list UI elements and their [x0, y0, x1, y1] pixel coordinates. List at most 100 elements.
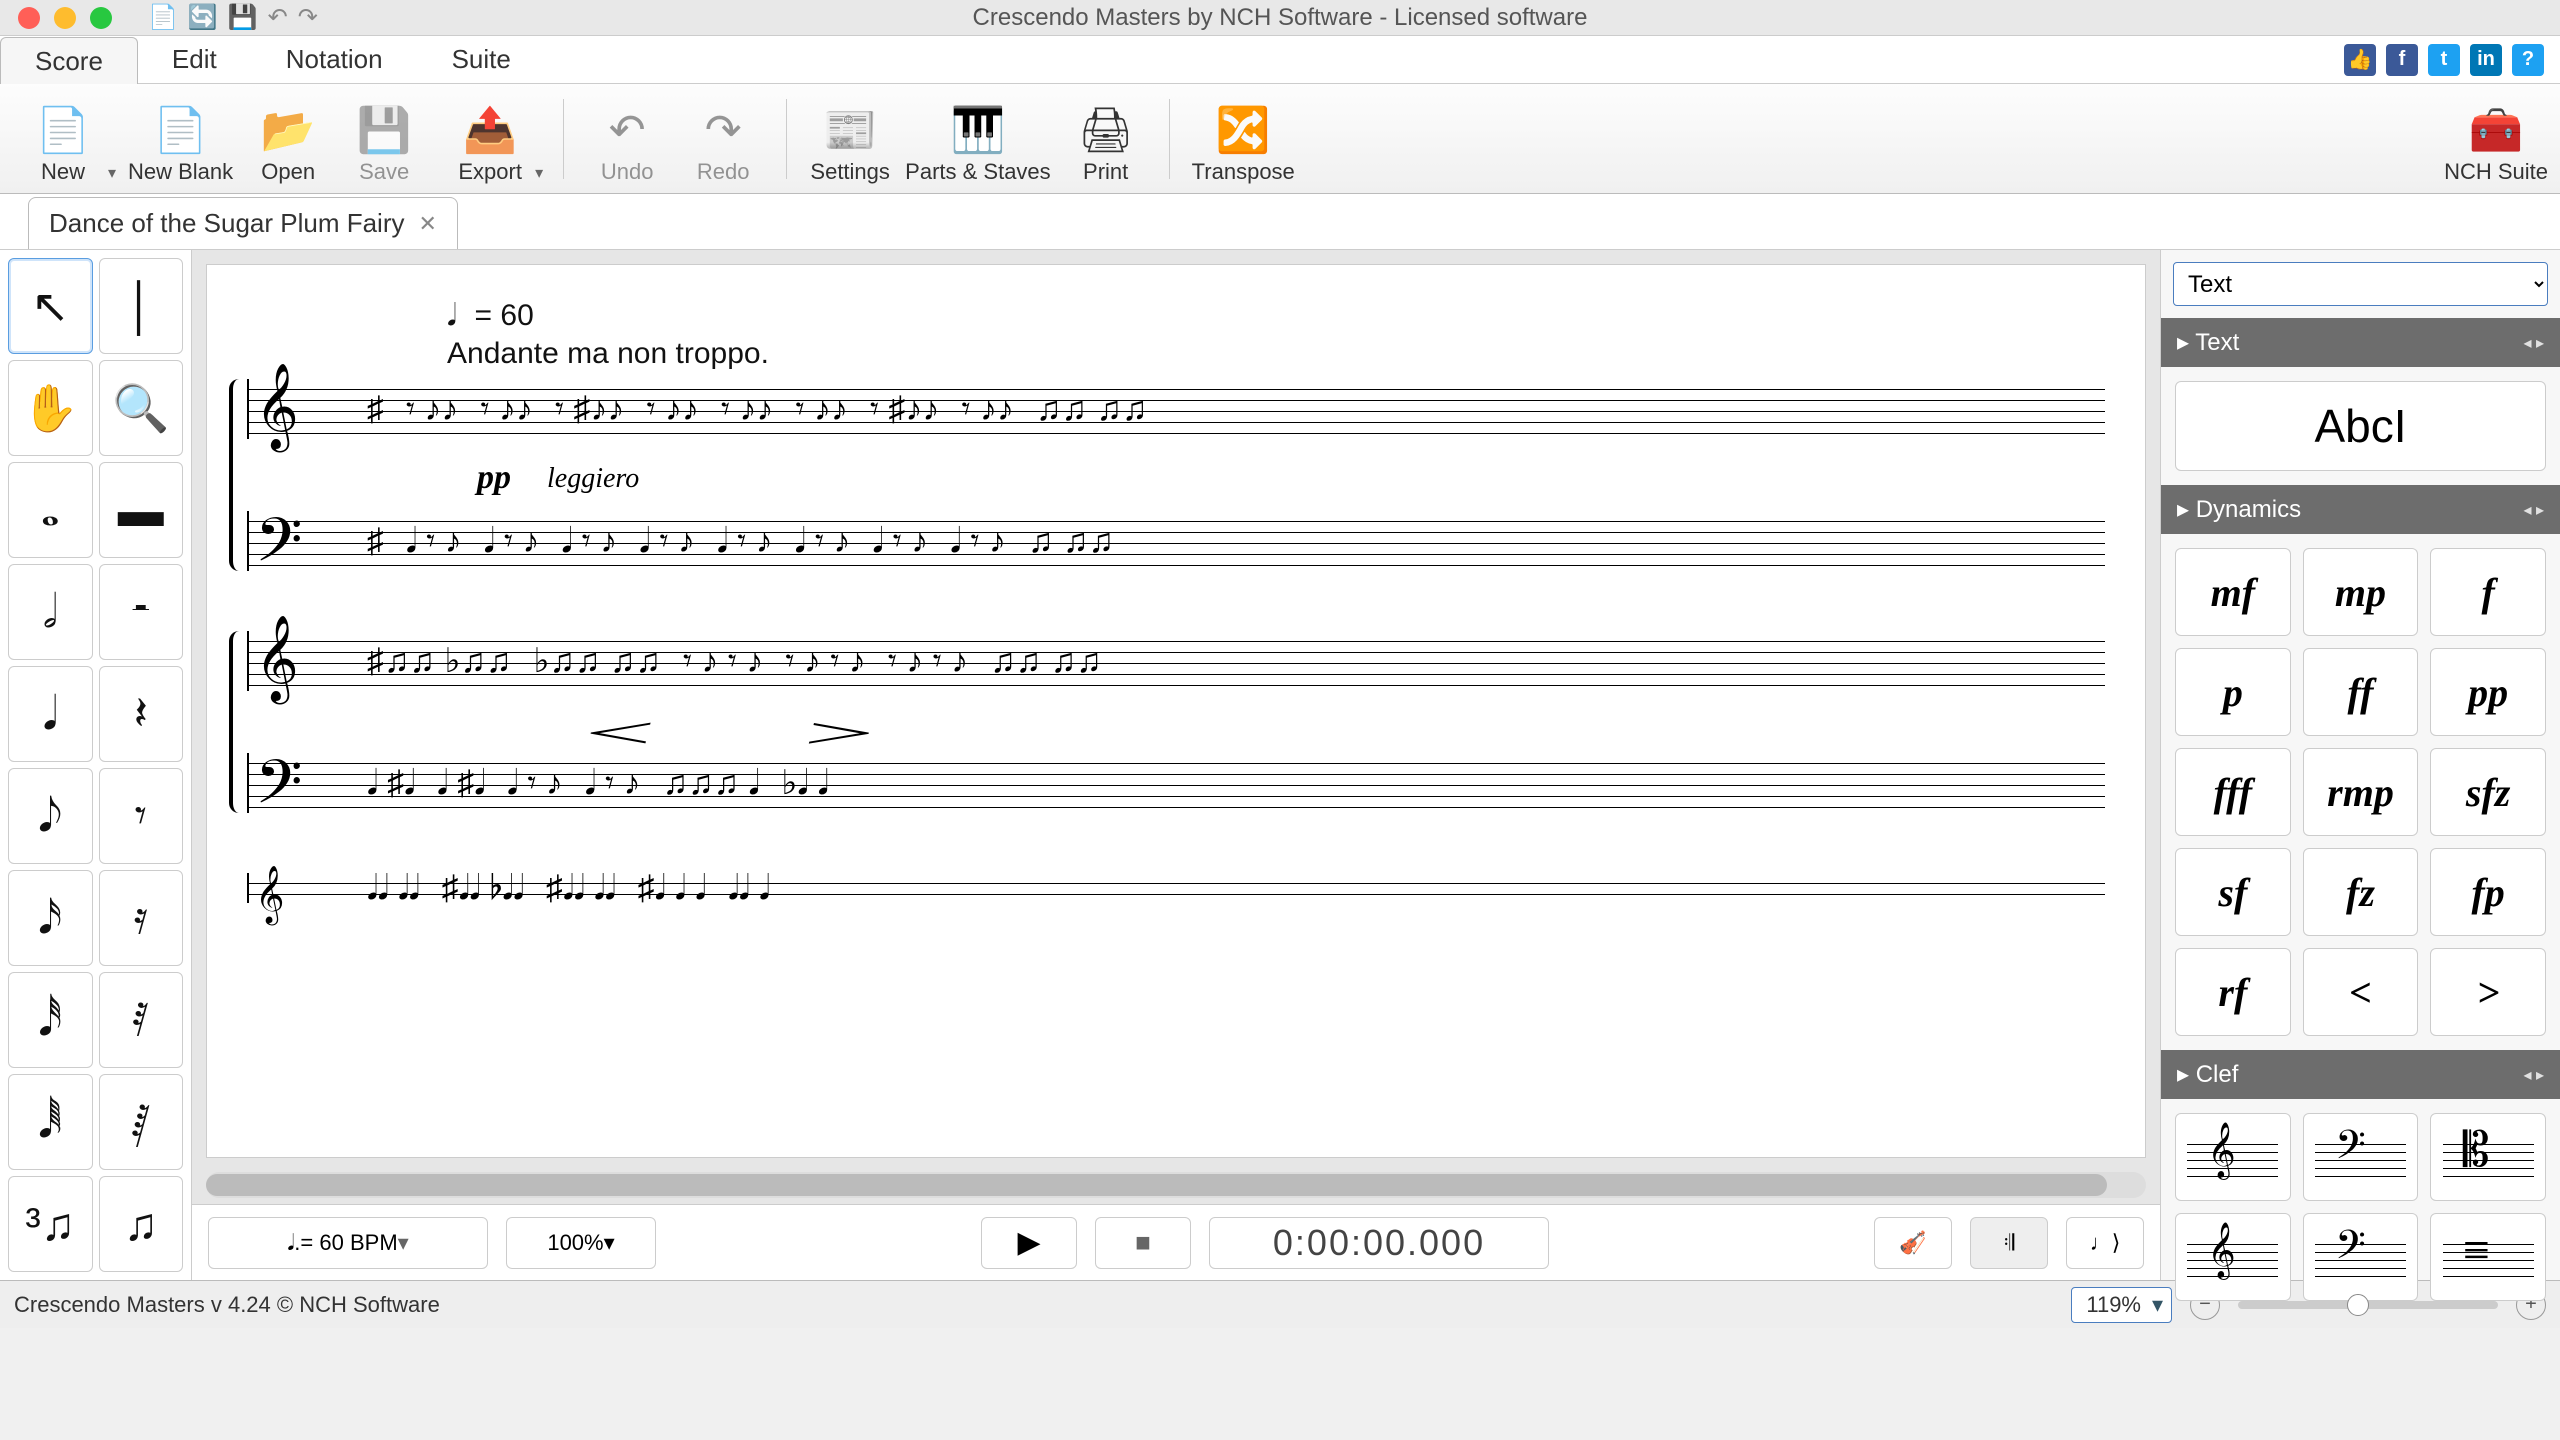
treble-staff[interactable]: 𝄞 𝅘𝅥𝅘𝅥 𝅘𝅥𝅘𝅥♯𝅘𝅥𝅘𝅥 ♭𝅘𝅥𝅘𝅥♯𝅘𝅥𝅘𝅥 𝅘𝅥𝅘𝅥♯𝅘𝅥 𝅘𝅥 𝅘…: [247, 873, 2105, 903]
metronome-button[interactable]: ♩⟩: [2066, 1217, 2144, 1269]
eighth-rest[interactable]: 𝄾: [99, 768, 184, 864]
whole-note[interactable]: 𝅝: [8, 462, 93, 558]
menu-tab-edit[interactable]: Edit: [138, 36, 252, 83]
tuplet-tool[interactable]: ³♫: [8, 1176, 93, 1272]
dynamic-pp[interactable]: pp: [2430, 648, 2546, 736]
dynamic-mf[interactable]: mf: [2175, 548, 2291, 636]
dynamic-p[interactable]: p: [2175, 648, 2291, 736]
save-button[interactable]: 💾Save: [339, 84, 429, 193]
bass-staff[interactable]: 𝄢 𝅘𝅥 ♯𝅘𝅥𝅘𝅥 ♯𝅘𝅥𝅘𝅥 𝄾 ♪𝅘𝅥 𝄾 ♪♫♫♫ 𝅘𝅥♭𝅘𝅥 𝅘𝅥: [247, 753, 2105, 813]
quarter-rest[interactable]: 𝄽: [99, 666, 184, 762]
zoom-slider[interactable]: [2238, 1301, 2498, 1309]
window-zoom-icon[interactable]: [90, 7, 112, 29]
clef-option[interactable]: 𝄢: [2303, 1113, 2419, 1201]
bass-clef-icon: 𝄢: [255, 749, 303, 834]
settings-button[interactable]: 📰Settings: [805, 84, 895, 193]
treble-staff[interactable]: 𝄞 ♯♫♫ ♭♫♫♭♫♫ ♫♫𝄾 ♪ 𝄾 ♪𝄾 ♪ 𝄾 ♪𝄾 ♪ 𝄾 ♪♫♫ ♫…: [247, 631, 2105, 691]
dynamic-x[interactable]: <: [2303, 948, 2419, 1036]
thumb-icon[interactable]: 👍: [2344, 44, 2376, 76]
help-icon[interactable]: ?: [2512, 44, 2544, 76]
scrollbar-thumb[interactable]: [206, 1174, 2107, 1196]
clef-option[interactable]: 𝄡: [2430, 1113, 2546, 1201]
half-rest[interactable]: 𝄼: [99, 564, 184, 660]
print-button[interactable]: 🖨Print: [1061, 84, 1151, 193]
redo-button[interactable]: ↷Redo: [678, 84, 768, 193]
dynamic-fp[interactable]: fp: [2430, 848, 2546, 936]
qa-icon[interactable]: 📄: [148, 3, 178, 32]
new-blank-button[interactable]: 📄New Blank: [124, 84, 237, 193]
text-tool[interactable]: AbcI: [2175, 381, 2546, 471]
clef-option[interactable]: 𝄞: [2175, 1213, 2291, 1301]
sixteenth-rest[interactable]: 𝄿: [99, 870, 184, 966]
menu-tab-suite[interactable]: Suite: [418, 36, 546, 83]
expression-text: Andante ma non troppo.: [447, 337, 769, 371]
clef-option[interactable]: ≡: [2430, 1213, 2546, 1301]
new-blank-icon: 📄: [153, 109, 208, 153]
qa-undo-icon[interactable]: ↶: [268, 3, 288, 32]
dynamic-ff[interactable]: ff: [2303, 648, 2419, 736]
thirtysecond-note[interactable]: 𝅘𝅥𝅰: [8, 972, 93, 1068]
nch-suite-button[interactable]: 🧰NCH Suite: [2440, 84, 2552, 193]
hand-tool[interactable]: ✋: [8, 360, 93, 456]
zoom-selector[interactable]: 100% ▾: [506, 1217, 656, 1269]
sixtyfourth-rest[interactable]: 𝅁: [99, 1074, 184, 1170]
stop-button[interactable]: ■: [1095, 1217, 1191, 1269]
open-button[interactable]: 📂Open: [243, 84, 333, 193]
linkedin-icon[interactable]: in: [2470, 44, 2502, 76]
export-button[interactable]: 📤Export: [435, 84, 545, 193]
dynamic-fz[interactable]: fz: [2303, 848, 2419, 936]
transpose-button[interactable]: 🔀Transpose: [1188, 84, 1299, 193]
whole-rest[interactable]: ▬: [99, 462, 184, 558]
document-tab[interactable]: Dance of the Sugar Plum Fairy ✕: [28, 197, 458, 249]
horizontal-scrollbar[interactable]: [206, 1172, 2146, 1198]
dynamic-fff[interactable]: fff: [2175, 748, 2291, 836]
sixtyfourth-note[interactable]: 𝅘𝅥𝅱: [8, 1074, 93, 1170]
facebook-icon[interactable]: f: [2386, 44, 2418, 76]
undo-button[interactable]: ↶Undo: [582, 84, 672, 193]
sixteenth-note[interactable]: 𝅘𝅥𝅯: [8, 870, 93, 966]
section-header-dynamics[interactable]: ▸ Dynamics◂ ▸: [2161, 485, 2560, 534]
clef-option[interactable]: 𝄢: [2303, 1213, 2419, 1301]
dynamic-rmp[interactable]: rmp: [2303, 748, 2419, 836]
menu-tab-notation[interactable]: Notation: [252, 36, 418, 83]
window-minimize-icon[interactable]: [54, 7, 76, 29]
dynamic-mp[interactable]: mp: [2303, 548, 2419, 636]
section-header-clef[interactable]: ▸ Clef◂ ▸: [2161, 1050, 2560, 1099]
twitter-icon[interactable]: t: [2428, 44, 2460, 76]
cursor-tool[interactable]: ↖: [8, 258, 93, 354]
beam-tool[interactable]: ♫: [99, 1176, 184, 1272]
treble-staff[interactable]: 𝄞 ♯𝄾 ♪♪𝄾 ♪♪𝄾 ♯♪♪𝄾 ♪♪𝄾 ♪♪𝄾 ♪♪𝄾 ♯♪♪𝄾 ♪♪♫♫ …: [247, 379, 2105, 439]
barline-tool[interactable]: │: [99, 258, 184, 354]
eighth-note[interactable]: 𝅘𝅥𝅮: [8, 768, 93, 864]
dynamic-rf[interactable]: rf: [2175, 948, 2291, 1036]
half-note[interactable]: 𝅗𝅥: [8, 564, 93, 660]
status-zoom-select[interactable]: 119%: [2071, 1287, 2172, 1323]
parts-staves-button[interactable]: 🎹Parts & Staves: [901, 84, 1055, 193]
qa-icon[interactable]: 🔄: [188, 3, 218, 32]
bass-staff[interactable]: 𝄢 ♯𝅘𝅥 𝄾 ♪𝅘𝅥 𝄾 ♪𝅘𝅥 𝄾 ♪𝅘𝅥 𝄾 ♪𝅘𝅥 𝄾 ♪𝅘𝅥 𝄾 ♪𝅘…: [247, 511, 2105, 571]
play-button[interactable]: ▶: [981, 1217, 1077, 1269]
menu-tab-score[interactable]: Score: [0, 37, 138, 84]
zoom-tool[interactable]: 🔍: [99, 360, 184, 456]
slider-knob[interactable]: [2347, 1294, 2369, 1316]
qa-redo-icon[interactable]: ↷: [298, 3, 318, 32]
dynamic-sfz[interactable]: sfz: [2430, 748, 2546, 836]
score-canvas[interactable]: 𝅘𝅥 = 60 Andante ma non troppo. 𝄞 ♯𝄾 ♪♪𝄾 …: [206, 264, 2146, 1158]
clef-option[interactable]: 𝄞: [2175, 1113, 2291, 1201]
quick-toolbar: 📄 🔄 💾 ↶ ↷: [148, 3, 318, 32]
divider: [786, 99, 787, 179]
new-button[interactable]: 📄New: [8, 84, 118, 193]
dynamic-x[interactable]: >: [2430, 948, 2546, 1036]
panel-category-select[interactable]: Text: [2173, 262, 2548, 306]
section-header-text[interactable]: ▸ Text◂ ▸: [2161, 318, 2560, 367]
dynamic-f[interactable]: f: [2430, 548, 2546, 636]
instrument-button[interactable]: 🎻: [1874, 1217, 1952, 1269]
qa-icon[interactable]: 💾: [228, 3, 258, 32]
repeat-button[interactable]: 𝄇: [1970, 1217, 2048, 1269]
bpm-selector[interactable]: 𝅘𝅥. = 60 BPM ▾: [208, 1217, 488, 1269]
quarter-note[interactable]: 𝅘𝅥: [8, 666, 93, 762]
close-tab-icon[interactable]: ✕: [419, 211, 437, 237]
thirtysecond-rest[interactable]: 𝅀: [99, 972, 184, 1068]
dynamic-sf[interactable]: sf: [2175, 848, 2291, 936]
window-close-icon[interactable]: [18, 7, 40, 29]
